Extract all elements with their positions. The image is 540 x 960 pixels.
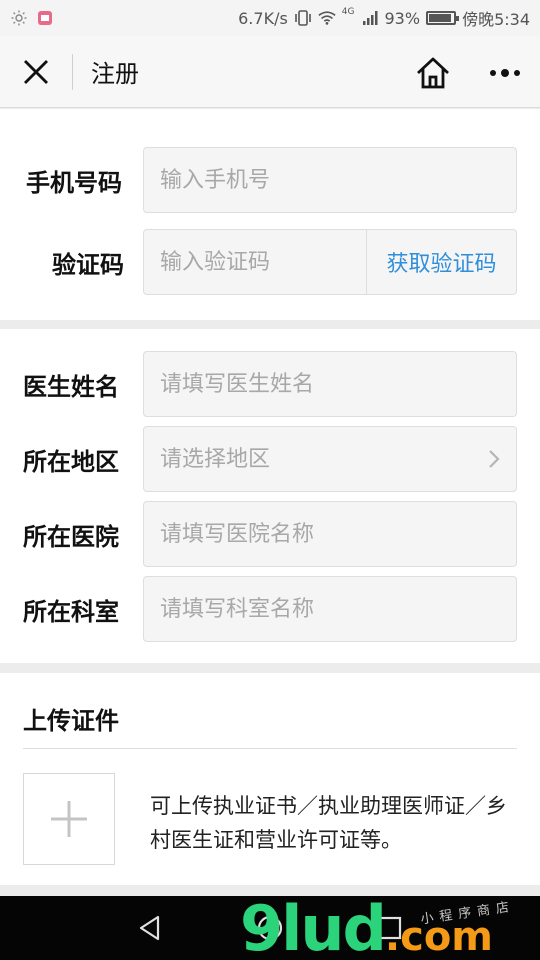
code-row: 验证码 获取验证码	[0, 229, 540, 295]
department-input[interactable]	[144, 577, 516, 641]
hospital-input[interactable]	[144, 502, 516, 566]
home-icon	[417, 57, 449, 89]
close-button[interactable]	[0, 36, 72, 108]
region-label: 所在地区	[23, 447, 119, 476]
upload-title: 上传证件	[23, 707, 119, 735]
doctor-info-section: 医生姓名 所在地区 所在医院 所在科室	[0, 329, 540, 663]
name-input[interactable]	[144, 352, 516, 416]
region-row: 所在地区	[0, 426, 540, 492]
battery-level	[429, 14, 452, 22]
battery-percent: 93%	[384, 8, 421, 28]
clock: 傍晚5:34	[462, 10, 530, 29]
get-code-button[interactable]: 获取验证码	[366, 229, 517, 295]
wifi-icon	[318, 9, 336, 27]
code-input[interactable]	[144, 230, 366, 294]
upload-button[interactable]	[23, 773, 115, 865]
more-button[interactable]	[482, 50, 528, 96]
watermark: 9lud .com	[240, 888, 493, 960]
close-icon	[24, 59, 48, 84]
status-bar: 6.7K/s 4G 93% 傍晚5:34	[0, 0, 540, 36]
phone-label: 手机号码	[26, 168, 122, 197]
hospital-label: 所在医院	[23, 522, 119, 551]
region-select[interactable]	[143, 426, 517, 492]
battery-icon	[426, 11, 460, 25]
upload-section: 上传证件 可上传执业证书／执业助理医师证／乡村医生证和营业许可证等。	[0, 673, 540, 885]
watermark-main: 9lud	[240, 892, 387, 960]
nav-divider	[72, 53, 73, 90]
plus-icon	[51, 801, 87, 837]
back-triangle-icon	[139, 915, 160, 941]
status-left	[10, 9, 54, 27]
hospital-row: 所在医院	[0, 501, 540, 567]
phone-input[interactable]	[144, 148, 516, 212]
department-row: 所在科室	[0, 576, 540, 642]
name-label: 医生姓名	[23, 372, 119, 401]
brightness-icon	[10, 9, 28, 27]
hospital-field[interactable]	[143, 501, 517, 567]
page-title: 注册	[91, 60, 139, 88]
upload-description: 可上传执业证书／执业助理医师证／乡村医生证和营业许可证等。	[150, 794, 507, 852]
status-right: 6.7K/s 4G 93% 傍晚5:34	[238, 6, 530, 30]
more-icon	[490, 69, 520, 77]
vibrate-icon	[294, 9, 312, 27]
phone-section: 手机号码 验证码 获取验证码	[0, 109, 540, 320]
region-input[interactable]	[144, 427, 516, 491]
back-button[interactable]	[134, 912, 166, 944]
net-speed: 6.7K/s	[238, 8, 288, 28]
department-label: 所在科室	[23, 597, 119, 626]
navigation-bar: 注册	[0, 36, 540, 108]
name-row: 医生姓名	[0, 351, 540, 417]
name-field[interactable]	[143, 351, 517, 417]
code-label: 验证码	[52, 250, 124, 279]
network-type: 4G	[341, 7, 355, 17]
phone-row: 手机号码	[0, 147, 540, 213]
department-field[interactable]	[143, 576, 517, 642]
upload-divider	[23, 748, 517, 749]
chevron-right-icon	[489, 450, 500, 468]
code-field[interactable]	[143, 229, 367, 295]
phone-field[interactable]	[143, 147, 517, 213]
home-button[interactable]	[410, 50, 456, 96]
app-notification-icon	[36, 9, 54, 27]
signal-icon	[361, 9, 379, 27]
